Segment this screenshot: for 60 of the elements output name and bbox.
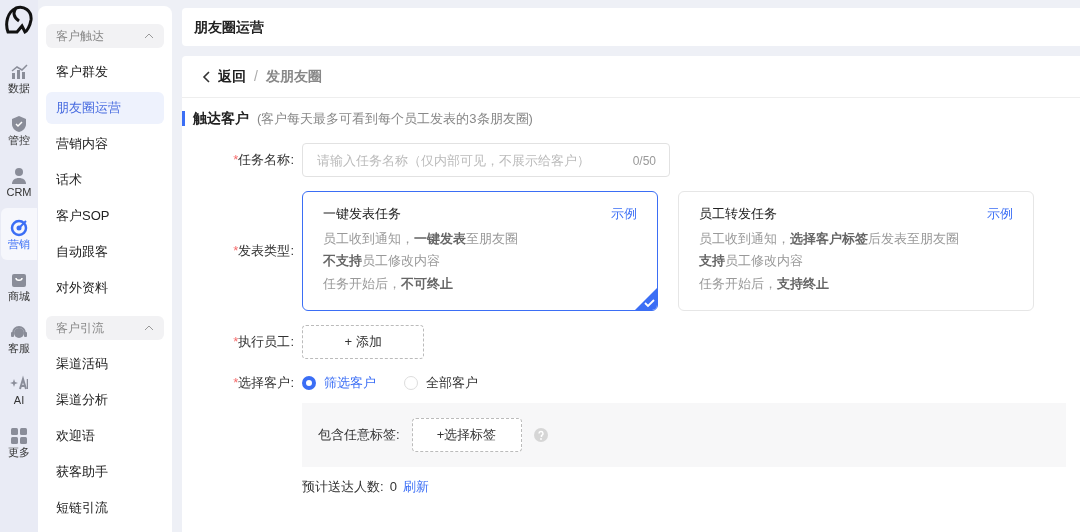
nav-item[interactable]: 更多 (1, 416, 37, 468)
example-link[interactable]: 示例 (611, 204, 637, 224)
section-note: (客户每天最多可看到每个员工发表的3条朋友圈) (257, 109, 533, 128)
grid-icon (10, 426, 28, 445)
nav-item[interactable]: 商城 (1, 260, 37, 312)
breadcrumb-separator: / (254, 67, 258, 86)
breadcrumb-current: 发朋友圈 (265, 67, 322, 86)
field-label: *选择客户: (233, 374, 294, 392)
page-title: 朋友圈运营 (194, 17, 264, 37)
field-label: *任务名称: (233, 151, 294, 170)
nav-item[interactable]: 客服 (1, 312, 37, 364)
field-label: *发表类型: (233, 242, 294, 261)
back-link[interactable]: 返回 (218, 66, 246, 87)
card-description: 支持员工修改内容 (699, 253, 804, 271)
nav-item[interactable]: 营销 (1, 208, 37, 260)
card-title: 员工转发任务 (699, 205, 777, 223)
logo-icon (4, 4, 34, 36)
nav-item[interactable]: AI (1, 364, 37, 416)
menu-item[interactable]: 获客助手 (46, 456, 164, 488)
refresh-link[interactable]: 刷新 (402, 476, 429, 496)
card-description: 任务开始后，支持终止 (699, 276, 830, 293)
radio-label[interactable]: 全部客户 (426, 373, 478, 393)
shield-icon (10, 114, 28, 133)
example-link[interactable]: 示例 (987, 204, 1013, 224)
menu-item[interactable]: 客户群发 (46, 56, 164, 88)
radio-button[interactable] (302, 375, 316, 390)
card-description: 任务开始后，不可终止 (323, 276, 454, 293)
person-icon (10, 166, 28, 185)
target-icon (10, 218, 28, 237)
menu-item[interactable]: 话术 (46, 164, 164, 196)
menu-item[interactable]: 渠道分析 (46, 384, 164, 416)
card-description: 员工收到通知，选择客户标签后发表至朋友圈 (699, 230, 960, 248)
menu-item[interactable]: 朋友圈运营 (46, 92, 164, 124)
menu-item[interactable]: 对外资料 (46, 272, 164, 304)
nav-item[interactable]: 数据 (1, 52, 37, 104)
menu-item[interactable]: 渠道活码 (46, 348, 164, 380)
nav-item[interactable]: CRM (1, 156, 37, 208)
add-button[interactable]: + 添加 (302, 325, 424, 359)
card-description: 不支持员工修改内容 (323, 253, 441, 271)
radio-label[interactable]: 筛选客户 (324, 373, 376, 393)
option-card[interactable]: 员工转发任务 示例 员工收到通知，选择客户标签后发表至朋友圈 支持员工修改内容 任务开始后，支持终止 (678, 191, 1034, 311)
chart-icon (10, 62, 28, 81)
section-title: 触达客户 (193, 109, 249, 128)
menu-item[interactable]: 欢迎语 (46, 420, 164, 452)
character-counter: 0/50 (632, 153, 656, 170)
card-description: 员工收到通知，一键发表至朋友圈 (323, 230, 519, 248)
nav-item[interactable]: 管控 (1, 104, 37, 156)
menu-item[interactable]: 营销内容 (46, 128, 164, 160)
card-title: 一键发表任务 (323, 205, 401, 223)
check-icon (635, 288, 657, 310)
estimate-value: 0 (389, 477, 397, 496)
option-card[interactable]: 一键发表任务 示例 员工收到通知，一键发表至朋友圈 不支持员工修改内容 任务开始后，不可终止 (302, 191, 658, 311)
back-icon[interactable] (202, 70, 210, 83)
field-label: *执行员工: (233, 333, 294, 352)
field-label: 包含任意标签: (318, 425, 400, 444)
select-tag-button[interactable]: +选择标签 (411, 417, 522, 452)
menu-item[interactable]: 短链引流 (46, 492, 164, 524)
menu-item[interactable]: 客户SOP (46, 200, 164, 232)
estimate-label: 预计送达人数: (302, 477, 384, 496)
menu-item[interactable]: 自动跟客 (46, 236, 164, 268)
